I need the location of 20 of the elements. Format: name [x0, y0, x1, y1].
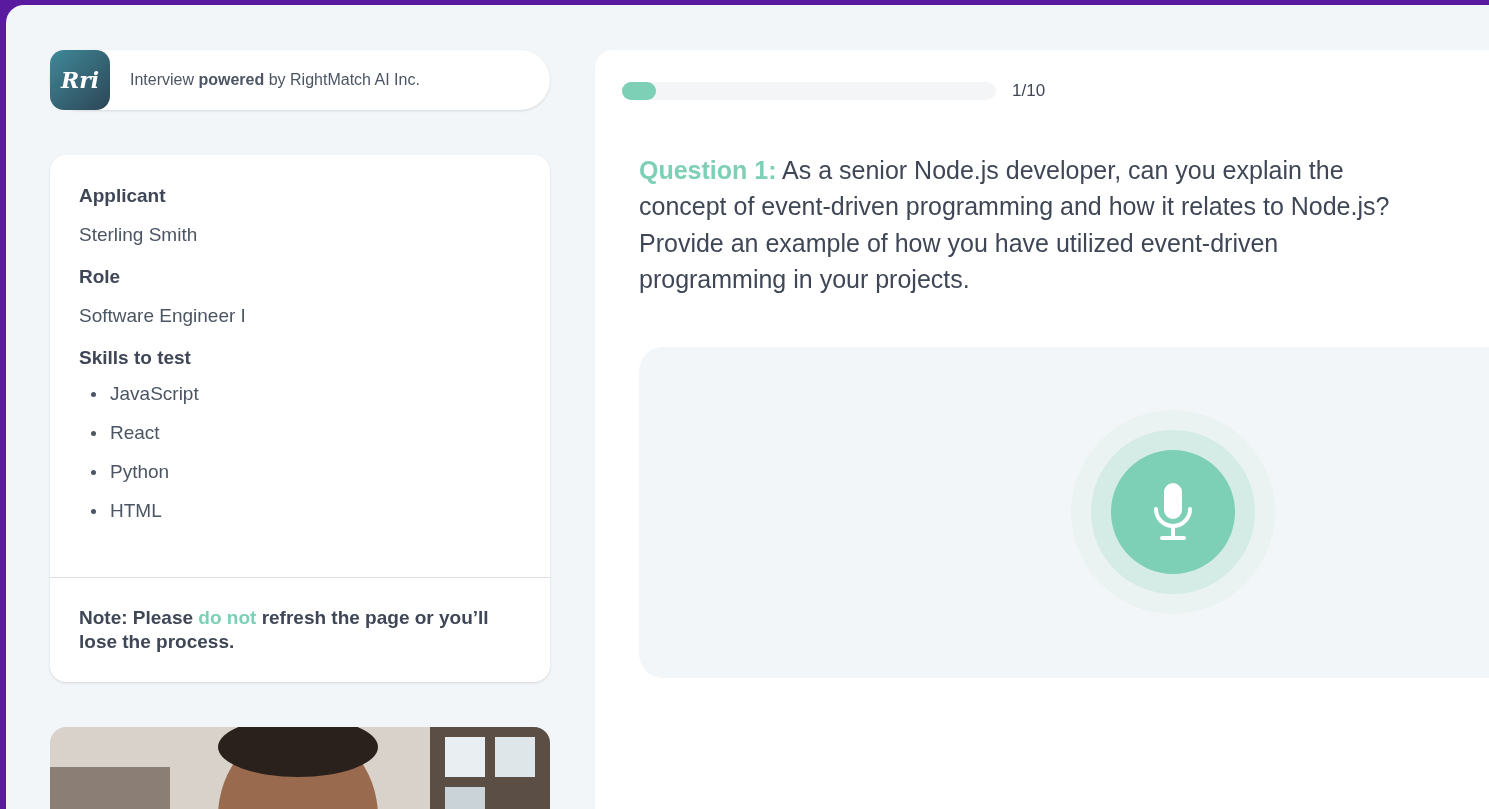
- bullet-icon: [91, 431, 96, 436]
- skill-item: HTML: [110, 499, 162, 524]
- skill-item: React: [110, 421, 160, 446]
- field-label: Skills to test: [79, 346, 192, 370]
- question-text: Question 1: As a senior Node.js developer, can you explain the concept of event-driven programming and how it relates to Node.js? Provide an example of how you have utilized event-driven programming in your projects.: [639, 154, 1391, 295]
- microphone-button[interactable]: [1111, 450, 1235, 574]
- powered-by-text: Interview powered by RightMatch AI Inc.: [130, 70, 420, 90]
- bullet-icon: [91, 509, 96, 514]
- field-label: Applicant: [79, 184, 167, 208]
- microphone-icon: [1153, 483, 1193, 541]
- field-value: Software Engineer I: [79, 304, 247, 328]
- field-label: Role: [79, 265, 122, 289]
- skill-item: JavaScript: [110, 382, 199, 407]
- bullet-icon: [91, 392, 96, 397]
- skill-item: Python: [110, 460, 170, 485]
- logo: Rri: [50, 50, 110, 110]
- warning-note: Note: Please do not refresh the page or you’ll lose the process.: [79, 606, 490, 654]
- field-value: Sterling Smith: [79, 223, 199, 247]
- progress-count: 1/10: [1012, 80, 1046, 102]
- bullet-icon: [91, 470, 96, 475]
